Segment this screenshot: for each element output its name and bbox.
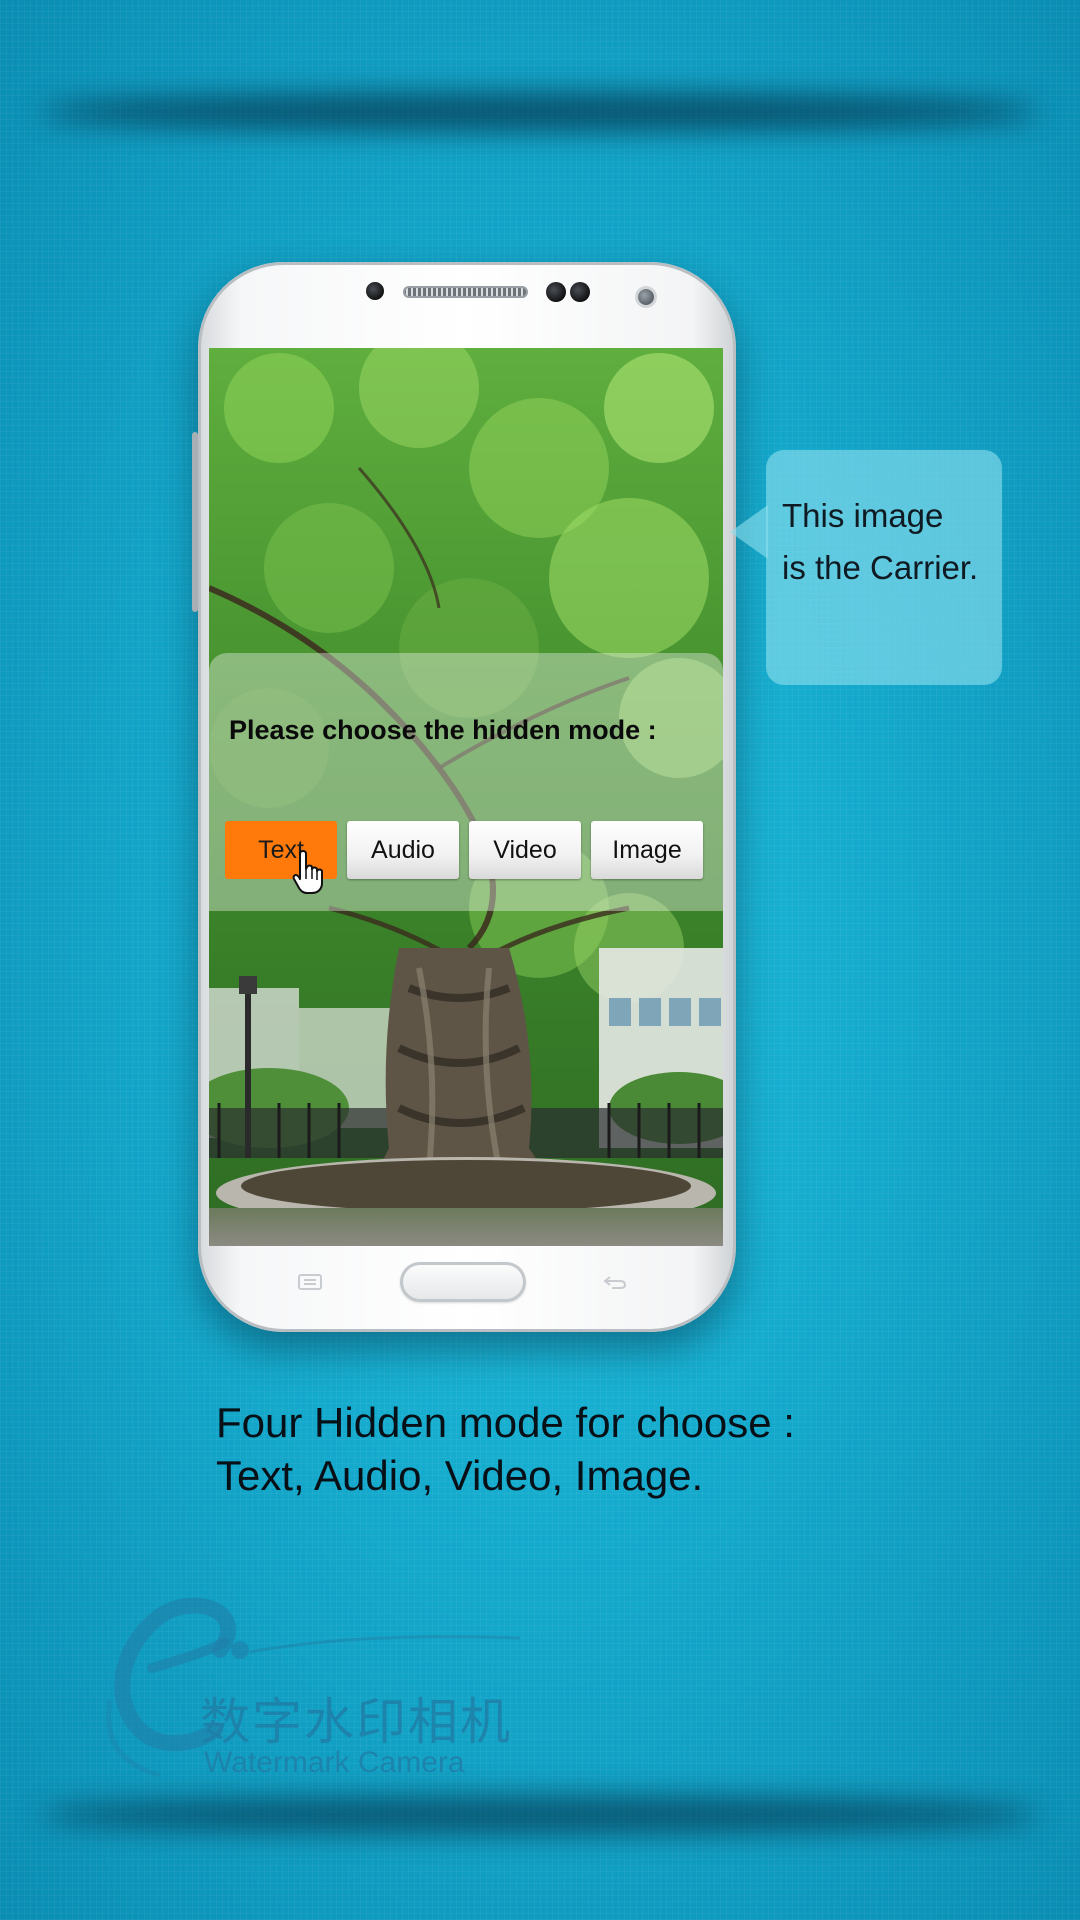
logo-chinese-name: 数字水印相机: [200, 1693, 512, 1751]
front-camera: [638, 289, 654, 305]
phone-side-key: [192, 432, 198, 612]
top-shadow-band: [40, 92, 1040, 132]
video-mode-label: Video: [493, 835, 557, 864]
audio-mode-label: Audio: [371, 835, 435, 864]
app-logo: 数字水印相机 Watermark Camera: [100, 1580, 540, 1780]
home-button[interactable]: [400, 1262, 526, 1302]
image-mode-button[interactable]: Image: [591, 821, 703, 879]
mode-button-group: Text Audio Video Image: [225, 821, 705, 894]
audio-mode-button[interactable]: Audio: [347, 821, 459, 879]
callout-line-2: is the Carrier.: [782, 549, 979, 586]
proximity-sensor: [366, 282, 384, 300]
caption-line-1: Four Hidden mode for choose :: [216, 1399, 795, 1446]
panel-title: Please choose the hidden mode :: [229, 715, 657, 745]
video-mode-button[interactable]: Video: [469, 821, 581, 879]
light-sensor: [546, 282, 566, 302]
callout-tail: [730, 505, 768, 559]
light-sensor-2: [570, 282, 590, 302]
menu-key-icon[interactable]: [298, 1274, 322, 1290]
back-key-icon[interactable]: [602, 1274, 628, 1290]
earpiece-speaker: [403, 286, 528, 298]
logo-english-name: Watermark Camera: [204, 1746, 465, 1779]
bottom-shadow-band: [40, 1795, 1040, 1835]
phone-screen: Please choose the hidden mode : Text Aud…: [209, 348, 723, 1246]
callout-line-1: This image: [782, 497, 944, 534]
hand-pointer-icon: [292, 850, 323, 894]
image-mode-label: Image: [612, 835, 682, 864]
phone-mockup: Please choose the hidden mode : Text Aud…: [192, 262, 736, 1332]
hidden-mode-panel: Please choose the hidden mode : Text Aud…: [209, 653, 723, 911]
carrier-callout: This image is the Carrier.: [766, 450, 1002, 685]
caption-line-2: Text, Audio, Video, Image.: [216, 1452, 704, 1499]
